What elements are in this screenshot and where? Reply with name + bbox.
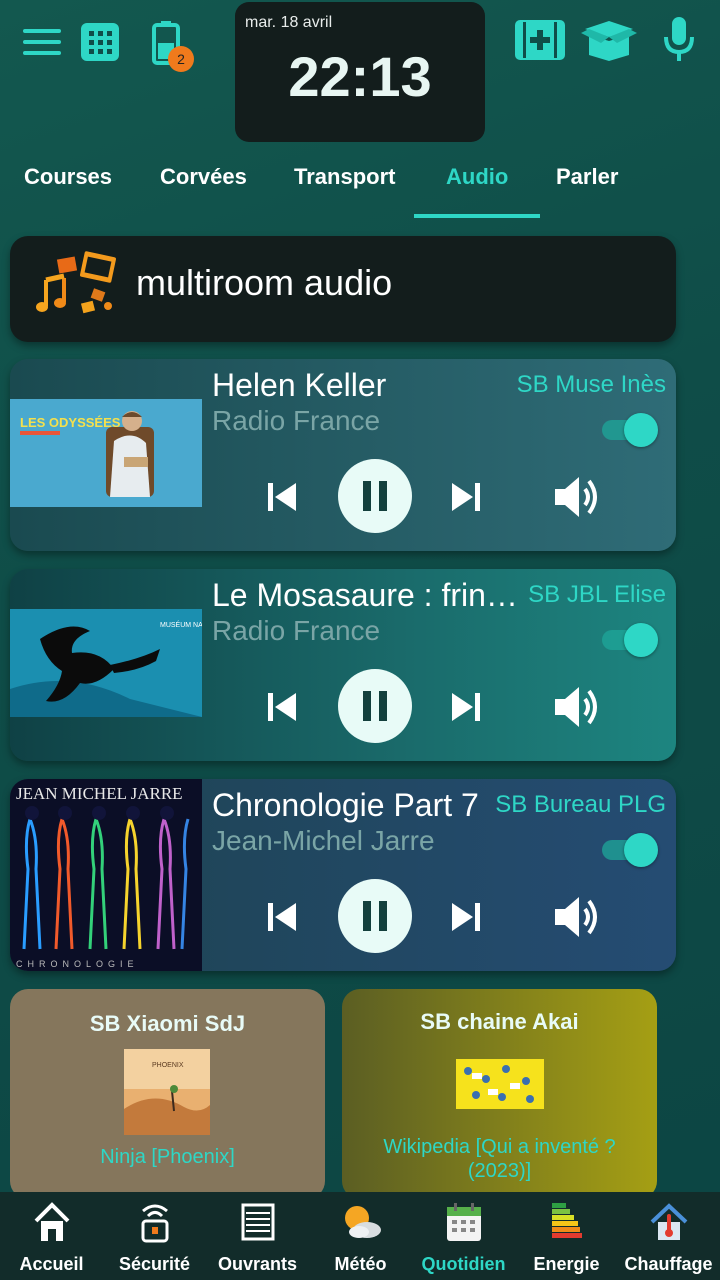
tab-transport[interactable]: Transport [294,164,395,190]
cover-text: MUSÉUM NATIONAL D'HISTOIRE NATURELLE [160,620,202,629]
nav-energie[interactable]: Energie [515,1192,618,1280]
cover-text: LES ODYSSÉES [20,415,121,430]
clock-widget: mar. 18 avril 22:13 [235,2,485,142]
volume-icon[interactable] [550,471,606,523]
tab-courses[interactable]: Courses [24,164,112,190]
album-cover [456,1059,544,1109]
nav-label: Météo [334,1254,387,1274]
clock-time: 22:13 [288,45,432,108]
calendar-icon [412,1200,515,1244]
pause-button[interactable] [338,879,412,953]
nav-label: Accueil [19,1254,84,1274]
album-cover: MUSÉUM NATIONAL D'HISTOIRE NATURELLE [10,609,202,717]
cover-text: JEAN MICHEL JARRE [16,784,183,803]
player-card: MUSÉUM NATIONAL D'HISTOIRE NATURELLE Le … [10,569,676,761]
shutter-icon [206,1200,309,1244]
pause-button[interactable] [338,669,412,743]
speaker-name: SB Muse Inès [516,371,666,398]
nav-meteo[interactable]: Météo [309,1192,412,1280]
speaker-power-toggle[interactable] [602,623,660,657]
nav-label: Chauffage [624,1254,713,1274]
speaker-name: SB JBL Elise [528,581,666,608]
heating-icon [617,1200,720,1244]
next-track-button[interactable] [446,477,486,517]
nav-chauffage[interactable]: Chauffage [617,1192,720,1280]
speaker-name: SB Bureau PLG [495,791,666,818]
track-title: Wikipedia [Qui a inventé ? (2023)] [383,1136,616,1182]
track-artist: Jean-Michel Jarre [212,825,435,856]
nav-accueil[interactable]: Accueil [0,1192,103,1280]
track-title: Le Mosasaure : fringant [212,577,532,613]
battery-count-badge: 2 [168,46,194,72]
speaker-power-toggle[interactable] [602,833,660,867]
cover-text: CHRONOLOGIE [16,959,139,969]
active-tab-indicator [414,214,540,218]
medical-box-icon[interactable] [514,18,566,62]
next-track-button[interactable] [446,897,486,937]
multiroom-section-header: multiroom audio [10,236,676,342]
volume-icon[interactable] [550,891,606,943]
nav-label: Ouvrants [217,1254,298,1274]
album-cover: PHOENIX [124,1049,210,1135]
nav-securite[interactable]: Sécurité [103,1192,206,1280]
microphone-icon[interactable] [660,16,698,64]
next-track-button[interactable] [446,687,486,727]
nav-label: Quotidien [421,1254,506,1274]
player-card: JEAN MICHEL JARRE CHRONOLOGIE Chronologi… [10,779,676,971]
energy-icon [515,1200,618,1244]
track-title: Ninja [Phoenix] [100,1146,235,1168]
clock-date: mar. 18 avril [245,14,333,31]
bottom-navigation: Accueil Sécurité Ouvrants Météo Quotidie… [0,1192,720,1280]
menu-icon[interactable] [22,24,62,60]
track-artist: Radio France [212,615,381,646]
track-title: Helen Keller [212,367,387,403]
nav-quotidien[interactable]: Quotidien [412,1192,515,1280]
speaker-card-xiaomi[interactable]: SB Xiaomi SdJ PHOENIX Ninja [Phoenix] [10,989,325,1199]
tab-audio[interactable]: Audio [446,164,508,190]
speaker-name: SB Xiaomi SdJ [89,1011,246,1036]
track-artist: Radio France [212,405,381,436]
tab-corvees[interactable]: Corvées [160,164,247,190]
album-cover: JEAN MICHEL JARRE CHRONOLOGIE [10,779,202,971]
section-title: multiroom audio [136,262,393,303]
nav-label: Energie [533,1254,600,1274]
previous-track-button[interactable] [262,687,302,727]
music-media-icon [36,250,120,320]
speaker-card-akai[interactable]: SB chaine Akai Wikipedia [Qui a inventé … [342,989,657,1199]
album-cover: LES ODYSSÉES [10,399,202,507]
weather-icon [309,1200,412,1244]
speaker-power-toggle[interactable] [602,413,660,447]
nav-label: Sécurité [118,1254,191,1274]
player-card: LES ODYSSÉES Helen Keller Radio France S… [10,359,676,551]
track-title: Chronologie Part 7 [212,787,479,823]
cover-text: PHOENIX [152,1062,184,1069]
nav-ouvrants[interactable]: Ouvrants [206,1192,309,1280]
previous-track-button[interactable] [262,897,302,937]
previous-track-button[interactable] [262,477,302,517]
speaker-name: SB chaine Akai [420,1009,579,1034]
security-icon [103,1200,206,1244]
open-box-icon[interactable] [580,18,638,62]
tab-parler[interactable]: Parler [556,164,618,190]
volume-icon[interactable] [550,681,606,733]
home-icon [0,1200,103,1244]
grid-icon[interactable] [80,22,120,62]
pause-button[interactable] [338,459,412,533]
